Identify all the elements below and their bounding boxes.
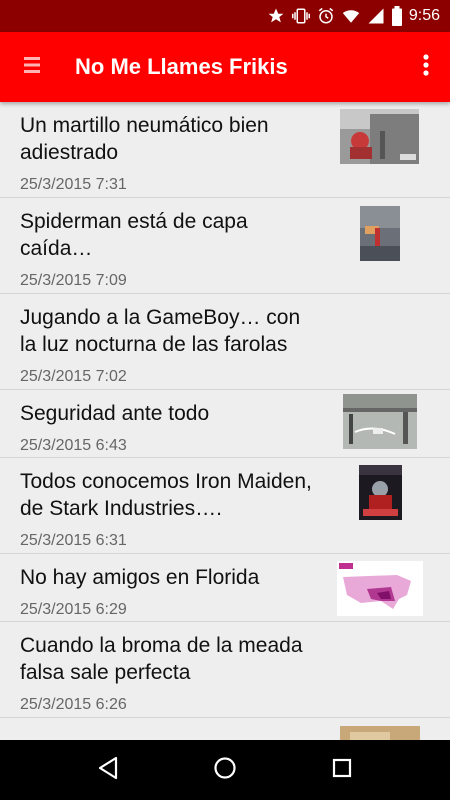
list-item[interactable]: No hay amigos en Florida 25/3/2015 6:29: [0, 554, 450, 622]
article-list[interactable]: Un martillo neumático bien adiestrado 25…: [0, 102, 450, 740]
article-date: 25/3/2015 7:02: [20, 368, 127, 385]
overflow-menu-button[interactable]: [406, 32, 446, 102]
article-title: Todos conocemos Iron Maiden, de Stark In…: [20, 470, 312, 520]
article-title: Cuando la broma de la meada falsa sale p…: [20, 634, 303, 684]
article-date: 25/3/2015 6:26: [20, 696, 127, 713]
recents-button[interactable]: [318, 746, 366, 794]
home-icon: [213, 756, 237, 785]
battery-icon: [391, 0, 403, 32]
menu-button[interactable]: [0, 32, 64, 102]
article-thumbnail: [340, 109, 419, 164]
alarm-icon: [317, 0, 335, 32]
article-title: No hay amigos en Florida: [20, 566, 260, 589]
app-bar: No Me Llames Frikis: [0, 32, 450, 102]
wifi-icon: [341, 0, 361, 32]
article-date: 25/3/2015 7:09: [20, 272, 127, 289]
back-button[interactable]: [84, 746, 132, 794]
article-thumbnail: [343, 394, 417, 449]
home-button[interactable]: [201, 746, 249, 794]
article-date: 25/3/2015 7:31: [20, 176, 127, 193]
article-thumbnail: [337, 561, 423, 616]
clock-time: 9:56: [408, 7, 440, 24]
article-title: Jugando a la GameBoy… con la luz nocturn…: [20, 306, 301, 356]
navigation-bar: [0, 740, 450, 800]
list-item[interactable]: Todos conocemos Iron Maiden, de Stark In…: [0, 458, 450, 554]
list-item[interactable]: Cuando la broma de la meada falsa sale p…: [0, 622, 450, 718]
vibrate-icon: [291, 0, 311, 32]
list-item[interactable]: Seguridad ante todo 25/3/2015 6:43: [0, 390, 450, 458]
star-icon: [267, 0, 285, 32]
status-bar: 9:56: [0, 0, 450, 32]
hamburger-menu-icon: [24, 56, 40, 79]
article-thumbnail: [340, 726, 420, 740]
article-title: Spiderman está de capa caída…: [20, 210, 248, 260]
list-item[interactable]: Jugando a la GameBoy… con la luz nocturn…: [0, 294, 450, 390]
article-title: Un martillo neumático bien adiestrado: [20, 114, 269, 164]
more-vertical-icon: [423, 53, 429, 81]
article-title: Seguridad ante todo: [20, 402, 210, 425]
back-icon: [97, 756, 119, 785]
app-title: No Me Llames Frikis: [75, 54, 288, 79]
list-item[interactable]: Un martillo neumático bien adiestrado 25…: [0, 102, 450, 198]
list-item[interactable]: Spiderman está de capa caída… 25/3/2015 …: [0, 198, 450, 294]
article-thumbnail: [359, 465, 402, 520]
article-thumbnail: [360, 206, 400, 261]
signal-icon: [367, 0, 385, 32]
list-item[interactable]: [0, 718, 450, 740]
recents-icon: [332, 758, 352, 783]
article-date: 25/3/2015 6:31: [20, 532, 127, 549]
